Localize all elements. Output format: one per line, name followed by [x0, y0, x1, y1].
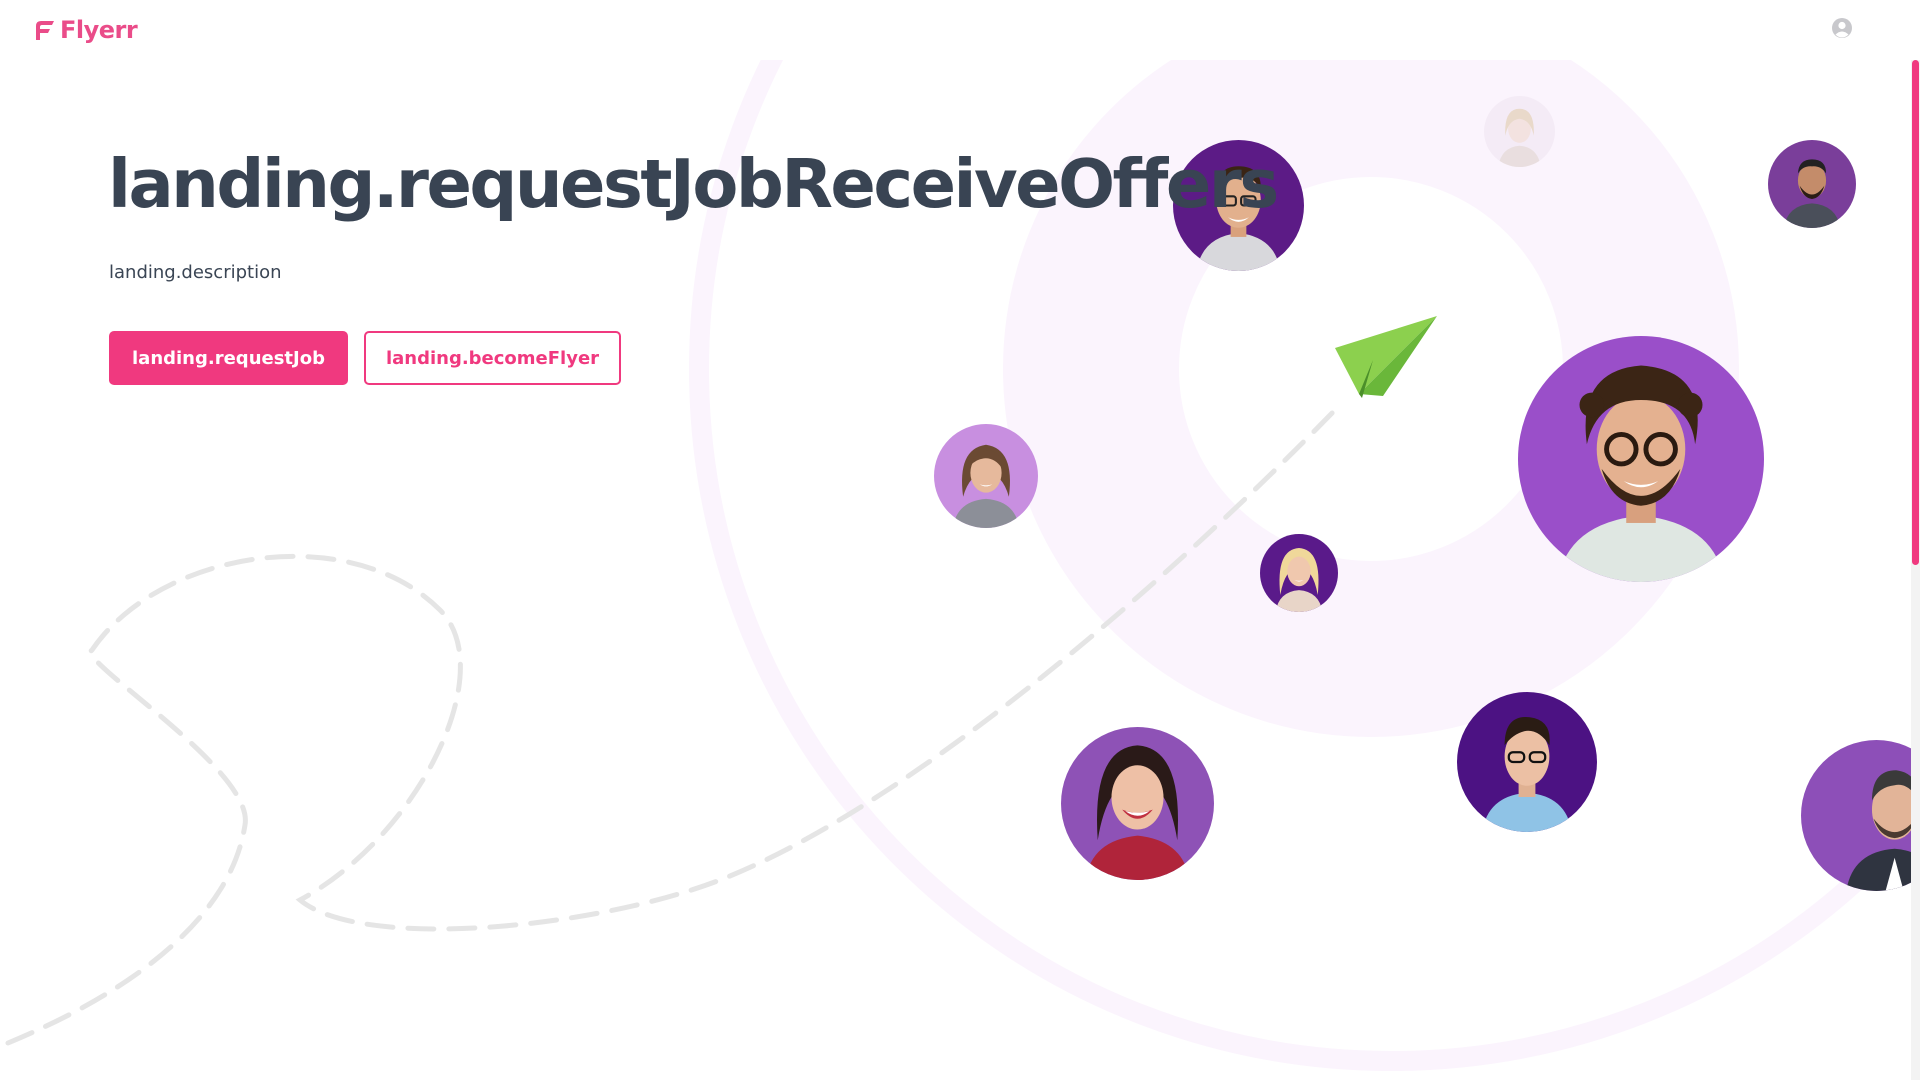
avatar — [1518, 336, 1764, 582]
paper-plane-icon — [1335, 316, 1437, 398]
avatar — [1484, 96, 1555, 167]
hero-title: landing.requestJobReceiveOffers — [108, 145, 1279, 223]
avatar — [1061, 727, 1214, 880]
become-flyer-button[interactable]: landing.becomeFlyer — [364, 331, 621, 385]
brand-name: Flyerr — [60, 16, 138, 44]
request-job-button[interactable]: landing.requestJob — [109, 331, 348, 385]
avatar — [1768, 140, 1856, 228]
top-bar: Flyerr — [0, 0, 1920, 60]
page-scrollbar[interactable] — [1911, 60, 1920, 1080]
user-circle-icon[interactable] — [1831, 17, 1853, 39]
avatar — [1260, 534, 1338, 612]
hero-description: landing.description — [109, 262, 282, 283]
scrollbar-thumb[interactable] — [1912, 60, 1919, 565]
flyerr-logo-icon — [36, 21, 54, 40]
brand-logo[interactable]: Flyerr — [33, 14, 138, 46]
avatar — [934, 424, 1038, 528]
avatar — [1457, 692, 1597, 832]
